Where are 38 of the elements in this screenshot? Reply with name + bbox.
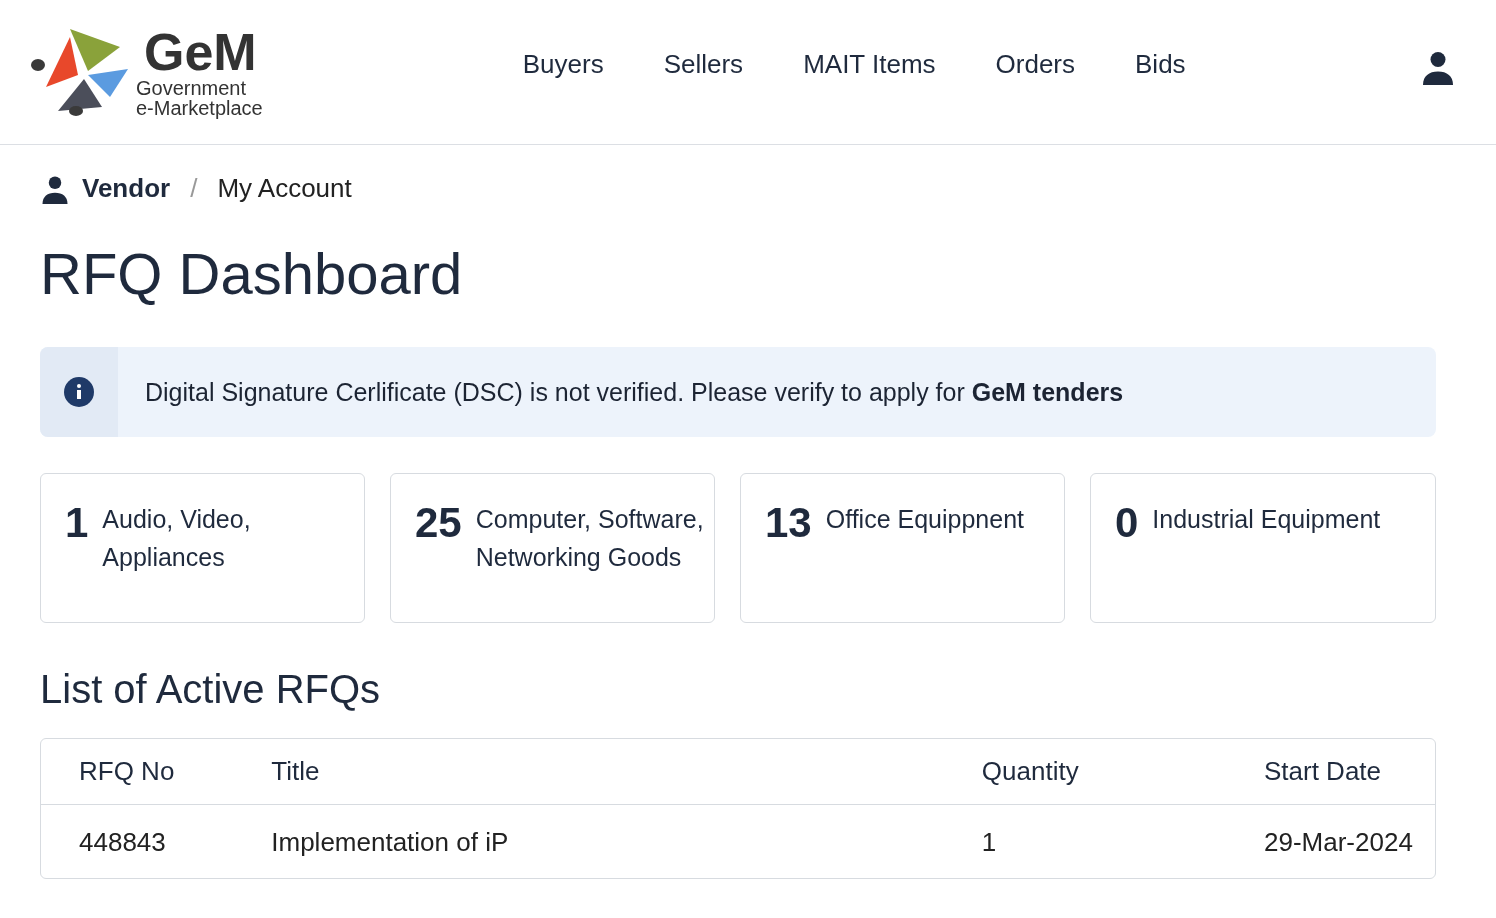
breadcrumb-current: My Account <box>217 173 352 204</box>
nav-link[interactable]: Bids <box>1135 48 1186 80</box>
nav-link[interactable]: Orders <box>995 48 1076 80</box>
category-card[interactable]: 13 Office Equippnent <box>740 473 1065 623</box>
column-header: Title <box>233 739 944 805</box>
star-logo-icon <box>30 27 130 117</box>
info-icon <box>64 377 94 407</box>
category-label: Computer, Software, Networking Goods <box>475 504 705 573</box>
category-label: Audio, Video, Appliances <box>102 504 252 573</box>
alert-message: Digital Signature Cerlificate (DSC) is not verified. Please verify to apply for GeM tenders <box>145 377 1124 407</box>
table-cell-text: 448843 <box>78 826 167 859</box>
category-count: 13 <box>765 500 812 548</box>
category-count: 25 <box>415 500 462 548</box>
category-count: 0 <box>1115 500 1139 548</box>
category-count: 1 <box>65 500 89 548</box>
section-title: List of Active RFQs <box>40 667 382 712</box>
breadcrumb-link[interactable]: Vendor <box>40 173 171 204</box>
nav-link[interactable]: Buyers <box>522 48 604 80</box>
nav-link[interactable]: Sellers <box>663 48 744 80</box>
user-button[interactable] <box>1420 49 1456 85</box>
category-label: Office Equippnent <box>825 504 1024 535</box>
nav-link[interactable]: MAIT Items <box>803 48 936 80</box>
column-header: Quantity <box>943 739 1226 805</box>
logo-subtitle: Government <box>136 78 247 98</box>
column-header: RFQ No <box>41 739 234 805</box>
category-card[interactable]: 1 Audio, Video, Appliances <box>40 473 365 623</box>
table-cell-text: Implementation of iP <box>270 826 510 859</box>
logo-subtitle: e-Marketplace <box>136 98 263 118</box>
column-header: Start Date <box>1226 739 1435 805</box>
table-cell-text: 29-Mar-2024 <box>1263 826 1414 859</box>
logo-name: GeM <box>144 26 257 78</box>
page-title: RFQ Dashboard <box>40 240 464 307</box>
breadcrumb-separator: / <box>190 173 198 204</box>
user-icon <box>1420 49 1456 85</box>
category-card[interactable]: 0 Industrial Equipment <box>1090 473 1436 623</box>
table-cell-text: 1 <box>980 826 998 859</box>
category-card[interactable]: 25 Computer, Software, Networking Goods <box>390 473 715 623</box>
category-label: Industrial Equipment <box>1152 504 1381 535</box>
